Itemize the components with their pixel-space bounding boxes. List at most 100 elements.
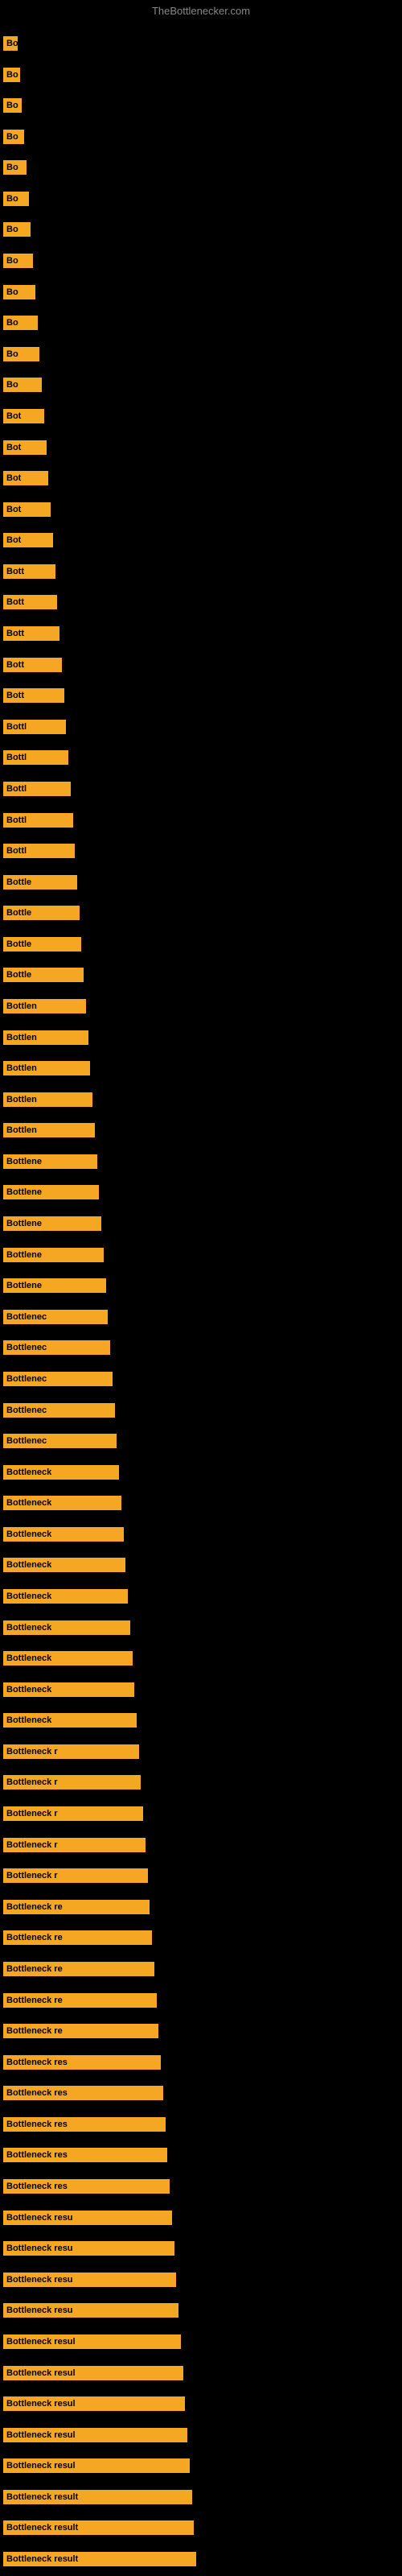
bottleneck-label: Bottleneck resu (3, 2241, 174, 2256)
bottleneck-label: Bottleneck result (3, 2520, 194, 2535)
bottleneck-label: Bo (3, 378, 42, 392)
bottleneck-item: Bottleneck (3, 1558, 125, 1572)
bottleneck-item: Bottlen (3, 999, 86, 1013)
bottleneck-label: Bottleneck res (3, 2055, 161, 2070)
items-container: BoBoBoBoBoBoBoBoBoBoBoBoBotBotBotBotBotB… (0, 16, 402, 32)
bottleneck-item: Bo (3, 378, 42, 392)
bottleneck-label: Bottleneck result (3, 2552, 196, 2566)
bottleneck-item: Bottle (3, 906, 80, 920)
bottleneck-label: Bottl (3, 782, 71, 796)
bottleneck-item: Bottleneck result (3, 2552, 196, 2566)
bottleneck-item: Bo (3, 254, 33, 268)
bottleneck-label: Bottleneck resul (3, 2428, 187, 2442)
bottleneck-label: Bottlen (3, 1061, 90, 1075)
bottleneck-label: Bottlen (3, 1030, 88, 1045)
bottleneck-label: Bo (3, 130, 24, 144)
bottleneck-label: Bottleneck re (3, 1993, 157, 2008)
bottleneck-item: Bo (3, 347, 39, 361)
bottleneck-item: Bottlen (3, 1092, 92, 1107)
bottleneck-item: Bo (3, 130, 24, 144)
bottleneck-item: Bo (3, 98, 22, 113)
bottleneck-item: Bottleneck (3, 1527, 124, 1542)
bottleneck-label: Bo (3, 98, 22, 113)
bottleneck-item: Bottleneck resul (3, 2428, 187, 2442)
bottleneck-item: Bottlene (3, 1248, 104, 1262)
bottleneck-label: Bottleneck r (3, 1744, 139, 1759)
bottleneck-item: Bottl (3, 813, 73, 828)
bottleneck-label: Bottleneck r (3, 1838, 146, 1852)
bottleneck-label: Bo (3, 285, 35, 299)
bottleneck-label: Bottlen (3, 1123, 95, 1137)
bottleneck-item: Bottlenec (3, 1340, 110, 1355)
bottleneck-item: Bo (3, 285, 35, 299)
bottleneck-label: Bottlene (3, 1278, 106, 1293)
bottleneck-item: Bot (3, 533, 53, 547)
bottleneck-item: Bott (3, 595, 57, 609)
bottleneck-label: Bott (3, 688, 64, 703)
bottleneck-item: Bottleneck re (3, 1930, 152, 1945)
bottleneck-label: Bottleneck res (3, 2148, 167, 2162)
bottleneck-label: Bottleneck resu (3, 2211, 172, 2225)
bottleneck-item: Bottleneck r (3, 1744, 139, 1759)
bottleneck-item: Bottleneck resul (3, 2366, 183, 2380)
bottleneck-label: Bott (3, 564, 55, 579)
bottleneck-label: Bottleneck res (3, 2179, 170, 2194)
bottleneck-item: Bottleneck r (3, 1806, 143, 1821)
bottleneck-item: Bottleneck r (3, 1868, 148, 1883)
bottleneck-label: Bottle (3, 906, 80, 920)
bottleneck-label: Bo (3, 254, 33, 268)
bottleneck-item: Bottleneck (3, 1713, 137, 1728)
bottleneck-label: Bottl (3, 750, 68, 765)
bottleneck-label: Bottle (3, 875, 77, 890)
bottleneck-label: Bottleneck (3, 1713, 137, 1728)
bottleneck-label: Bottlen (3, 999, 86, 1013)
bottleneck-item: Bottleneck r (3, 1775, 141, 1790)
bottleneck-label: Bot (3, 471, 48, 485)
bottleneck-item: Bottleneck resu (3, 2241, 174, 2256)
bottleneck-item: Bott (3, 626, 59, 641)
bottleneck-item: Bo (3, 192, 29, 206)
bottleneck-label: Bottleneck (3, 1496, 121, 1510)
bottleneck-item: Bottleneck (3, 1496, 121, 1510)
bottleneck-item: Bottlenec (3, 1403, 115, 1418)
bottleneck-item: Bott (3, 658, 62, 672)
bottleneck-item: Bottl (3, 844, 75, 858)
bottleneck-label: Bottleneck (3, 1465, 119, 1480)
bottleneck-item: Bottleneck resul (3, 2334, 181, 2349)
bottleneck-item: Bottlen (3, 1030, 88, 1045)
bottleneck-label: Bo (3, 347, 39, 361)
bottleneck-label: Bo (3, 68, 20, 82)
bottleneck-label: Bo (3, 222, 31, 237)
bottleneck-item: Bot (3, 409, 44, 423)
bottleneck-item: Bottleneck result (3, 2520, 194, 2535)
bottleneck-item: Bo (3, 316, 38, 330)
bottleneck-item: Bottleneck res (3, 2148, 167, 2162)
bottleneck-label: Bottleneck resul (3, 2366, 183, 2380)
bottleneck-item: Bot (3, 471, 48, 485)
bottleneck-label: Bottlenec (3, 1372, 113, 1386)
bottleneck-label: Bottl (3, 813, 73, 828)
bottleneck-label: Bot (3, 409, 44, 423)
bottleneck-label: Bottleneck resul (3, 2458, 190, 2473)
bottleneck-item: Bottleneck resu (3, 2273, 176, 2287)
bottleneck-item: Bottlen (3, 1061, 90, 1075)
bottleneck-item: Bottlenec (3, 1310, 108, 1324)
bottleneck-label: Bottlene (3, 1248, 104, 1262)
bottleneck-item: Bottl (3, 720, 66, 734)
bottleneck-item: Bottleneck (3, 1682, 134, 1697)
bottleneck-item: Bottleneck re (3, 1962, 154, 1976)
bottleneck-label: Bottle (3, 937, 81, 952)
bottleneck-item: Bo (3, 68, 20, 82)
bottleneck-item: Bottleneck (3, 1620, 130, 1635)
bottleneck-label: Bottlene (3, 1216, 101, 1231)
bottleneck-label: Bottleneck result (3, 2490, 192, 2504)
bottleneck-item: Bo (3, 36, 18, 51)
bottleneck-label: Bottleneck re (3, 1962, 154, 1976)
bottleneck-label: Bottleneck res (3, 2117, 166, 2132)
bottleneck-label: Bot (3, 533, 53, 547)
bottleneck-item: Bottleneck res (3, 2117, 166, 2132)
bottleneck-item: Bottleneck re (3, 2024, 158, 2038)
bottleneck-label: Bott (3, 658, 62, 672)
bottleneck-label: Bottlene (3, 1154, 97, 1169)
bottleneck-item: Bott (3, 564, 55, 579)
